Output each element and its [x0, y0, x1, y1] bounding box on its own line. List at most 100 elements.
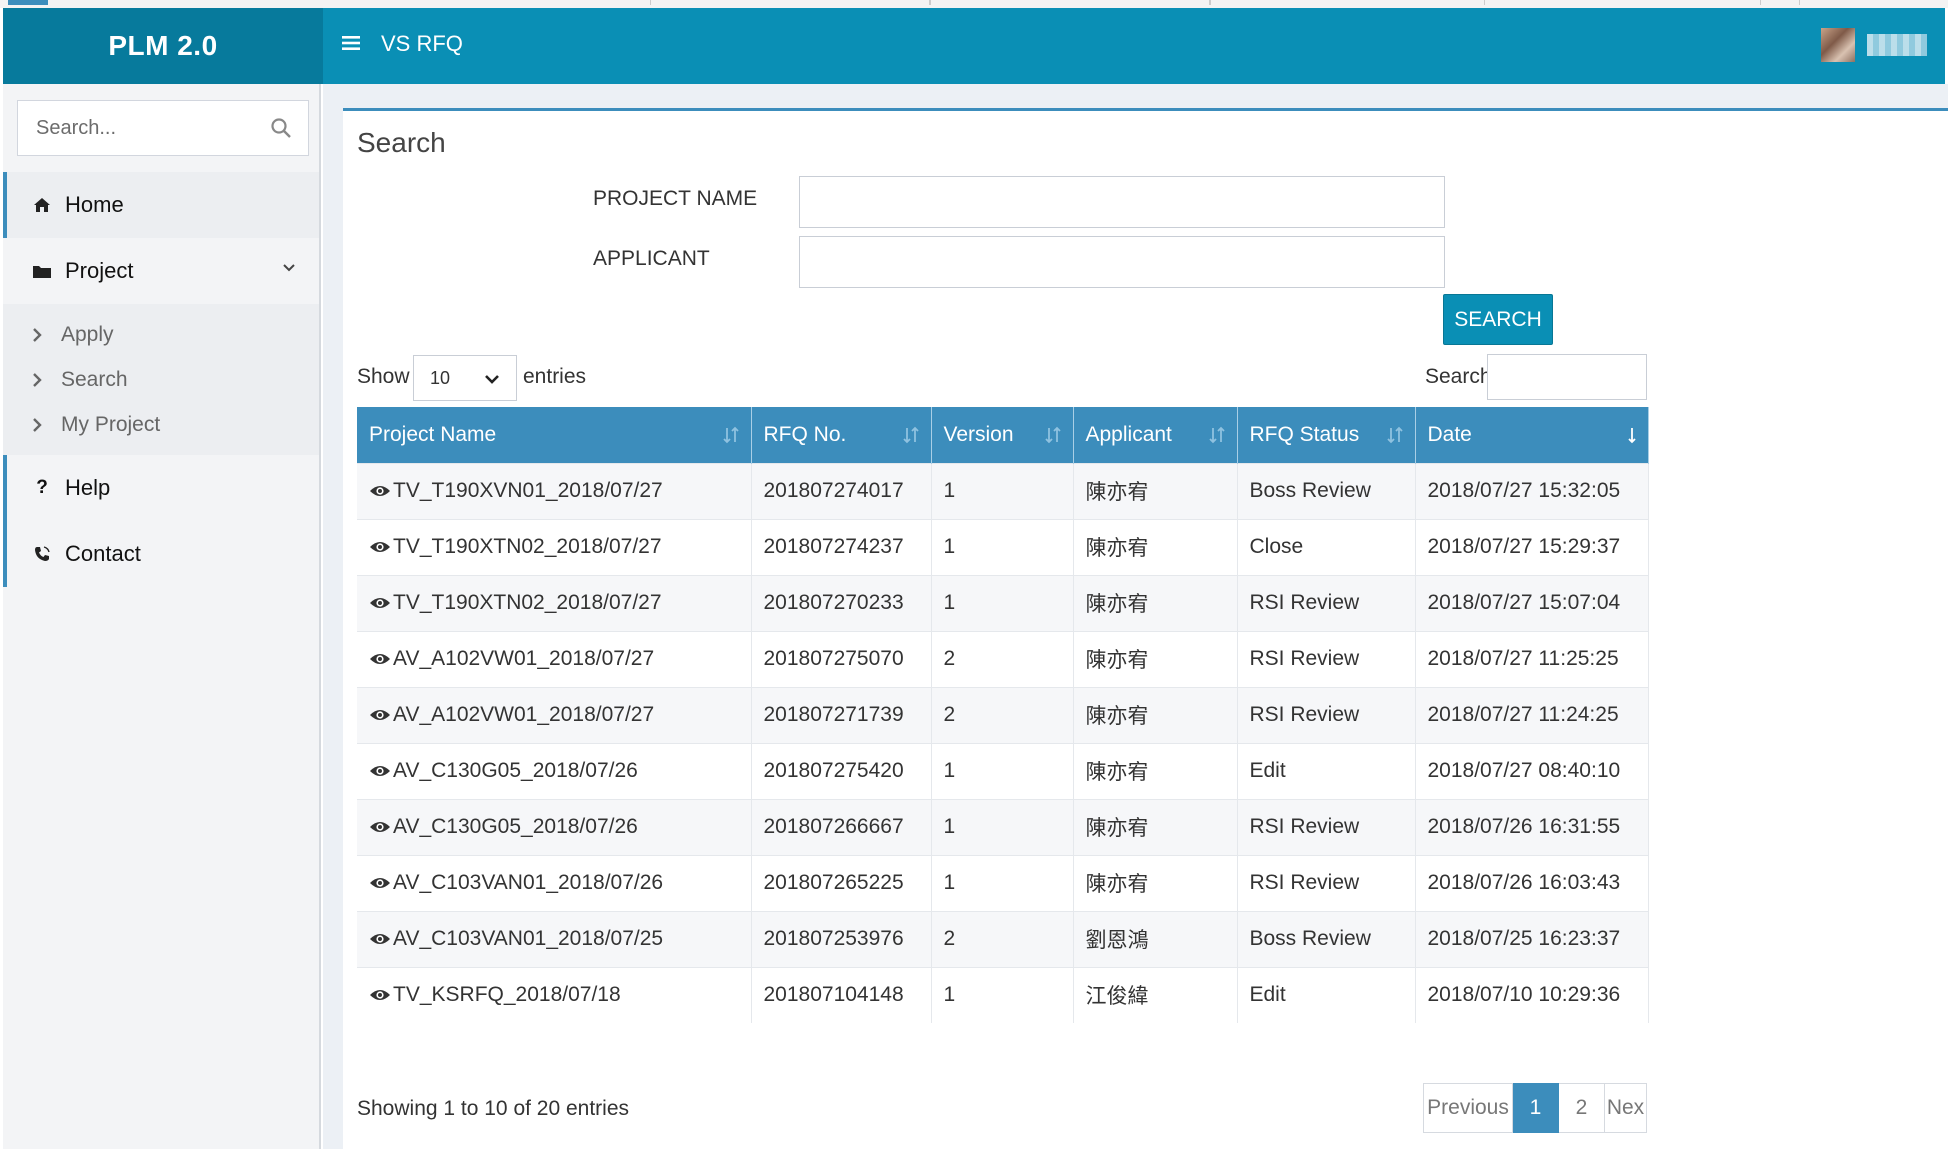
project-link[interactable]: AV_C103VAN01_2018/07/25 — [393, 927, 663, 950]
eye-icon[interactable] — [369, 931, 391, 947]
cell-project-name[interactable]: TV_T190XTN02_2018/07/27 — [357, 574, 752, 631]
eye-icon[interactable] — [369, 819, 391, 835]
browser-segment — [930, 0, 1210, 5]
cell-project-name[interactable]: TV_KSRFQ_2018/07/18 — [357, 966, 752, 1023]
hamburger-menu-icon[interactable] — [341, 32, 369, 60]
column-header-date[interactable]: Date — [1415, 407, 1649, 463]
entries-label: entries — [523, 365, 587, 388]
table-row[interactable]: TV_KSRFQ_2018/07/18 201807104148 1 江俊緯 Edit 2… — [357, 966, 1649, 1023]
cell-project-name[interactable]: AV_C130G05_2018/07/26 — [357, 742, 752, 799]
cell-project-name[interactable]: AV_C130G05_2018/07/26 — [357, 798, 752, 855]
user-menu[interactable] — [1821, 28, 1927, 62]
cell-applicant: 陳亦宥 — [1073, 686, 1238, 743]
cell-rfq-status: Edit — [1237, 966, 1416, 1023]
sidebar-item-label: Project — [65, 258, 134, 283]
chevron-down-icon — [283, 264, 295, 272]
table-row[interactable]: AV_C130G05_2018/07/26 201807275420 1 陳亦宥 Edi… — [357, 742, 1649, 799]
pagination-next[interactable]: Nex — [1605, 1083, 1647, 1133]
table-row[interactable]: AV_A102VW01_2018/07/27 201807275070 2 陳亦宥 RS… — [357, 630, 1649, 687]
folder-icon — [31, 264, 53, 279]
sidebar-subitem-apply[interactable]: Apply — [3, 312, 319, 357]
project-name-input[interactable] — [799, 176, 1445, 228]
project-link[interactable]: TV_T190XTN02_2018/07/27 — [393, 591, 662, 614]
table-row[interactable]: TV_T190XTN02_2018/07/27 201807270233 1 陳亦宥 R… — [357, 574, 1649, 631]
avatar[interactable] — [1821, 28, 1855, 62]
sidebar-subitem-my-project[interactable]: My Project — [3, 402, 319, 447]
table-filter-input[interactable] — [1487, 354, 1647, 400]
column-header-rfq-status[interactable]: RFQ Status — [1237, 407, 1416, 463]
browser-segment — [1760, 0, 1800, 5]
column-header-label: Project Name — [369, 422, 497, 446]
sidebar-item-project[interactable]: Project — [3, 238, 319, 304]
search-button[interactable]: SEARCH — [1443, 294, 1553, 345]
cell-project-name[interactable]: AV_C103VAN01_2018/07/26 — [357, 854, 752, 911]
cell-date: 2018/07/26 16:03:43 — [1415, 854, 1649, 911]
cell-version: 1 — [931, 854, 1074, 911]
table-header-row: Project Name RFQ No. Version Applicant R… — [357, 407, 1649, 463]
sidebar-subitem-search[interactable]: Search — [3, 357, 319, 402]
table-row[interactable]: AV_C103VAN01_2018/07/26 201807265225 1 陳亦宥 R… — [357, 854, 1649, 911]
table-body: TV_T190XVN01_2018/07/27 201807274017 1 陳亦宥 B… — [357, 462, 1649, 1023]
cell-project-name[interactable]: AV_A102VW01_2018/07/27 — [357, 686, 752, 743]
cell-applicant: 陳亦宥 — [1073, 462, 1238, 519]
cell-rfq-no: 201807271739 — [751, 686, 932, 743]
project-link[interactable]: TV_T190XTN02_2018/07/27 — [393, 535, 662, 558]
project-link[interactable]: AV_C130G05_2018/07/26 — [393, 815, 638, 838]
eye-icon[interactable] — [369, 763, 391, 779]
sidebar-item-contact[interactable]: Contact — [3, 521, 319, 587]
sidebar-item-help[interactable]: ? Help — [3, 455, 319, 521]
eye-icon[interactable] — [369, 483, 391, 499]
eye-icon[interactable] — [369, 539, 391, 555]
table-row[interactable]: AV_C103VAN01_2018/07/25 201807253976 2 劉恩鴻 B… — [357, 910, 1649, 967]
sidebar-item-home[interactable]: Home — [3, 172, 319, 238]
table-row[interactable]: AV_A102VW01_2018/07/27 201807271739 2 陳亦宥 RS… — [357, 686, 1649, 743]
table-row[interactable]: TV_T190XTN02_2018/07/27 201807274237 1 陳亦宥 C… — [357, 518, 1649, 575]
pagination-page-2[interactable]: 2 — [1559, 1083, 1605, 1133]
eye-icon[interactable] — [369, 651, 391, 667]
project-link[interactable]: AV_A102VW01_2018/07/27 — [393, 703, 654, 726]
page-length-value: 10 — [430, 367, 451, 388]
cell-applicant: 陳亦宥 — [1073, 518, 1238, 575]
column-header-rfq-no[interactable]: RFQ No. — [751, 407, 932, 463]
project-link[interactable]: TV_T190XVN01_2018/07/27 — [393, 479, 663, 502]
pagination-page-1[interactable]: 1 — [1513, 1083, 1559, 1133]
table-row[interactable]: AV_C130G05_2018/07/26 201807266667 1 陳亦宥 RSI… — [357, 798, 1649, 855]
cell-rfq-no: 201807265225 — [751, 854, 932, 911]
sidebar-search-input[interactable] — [18, 101, 258, 155]
page-length-select[interactable]: 10 — [413, 355, 517, 401]
project-submenu: Apply Search My Project — [3, 304, 319, 455]
cell-project-name[interactable]: AV_C103VAN01_2018/07/25 — [357, 910, 752, 967]
search-icon[interactable] — [270, 117, 292, 139]
cell-project-name[interactable]: TV_T190XTN02_2018/07/27 — [357, 518, 752, 575]
project-link[interactable]: AV_C103VAN01_2018/07/26 — [393, 871, 663, 894]
eye-icon[interactable] — [369, 987, 391, 1003]
question-icon: ? — [36, 477, 48, 498]
sidebar: Home Project Apply Search — [3, 84, 321, 1149]
cell-rfq-status: Boss Review — [1237, 910, 1416, 967]
column-header-applicant[interactable]: Applicant — [1073, 407, 1238, 463]
cell-project-name[interactable]: AV_A102VW01_2018/07/27 — [357, 630, 752, 687]
table-row[interactable]: TV_T190XVN01_2018/07/27 201807274017 1 陳亦宥 B… — [357, 462, 1649, 519]
eye-icon[interactable] — [369, 595, 391, 611]
pagination-previous[interactable]: Previous — [1423, 1083, 1513, 1133]
cell-project-name[interactable]: TV_T190XVN01_2018/07/27 — [357, 462, 752, 519]
cell-applicant: 陳亦宥 — [1073, 854, 1238, 911]
user-name[interactable] — [1867, 34, 1927, 56]
applicant-input[interactable] — [799, 236, 1445, 288]
show-label: Show — [357, 365, 410, 388]
eye-icon[interactable] — [369, 875, 391, 891]
cell-applicant: 江俊緯 — [1073, 966, 1238, 1023]
sidebar-subitem-label: My Project — [61, 412, 161, 436]
app-logo[interactable]: PLM 2.0 — [3, 8, 323, 84]
sort-icon — [1044, 426, 1061, 444]
column-header-project-name[interactable]: Project Name — [357, 407, 752, 463]
rfq-table: Project Name RFQ No. Version Applicant R… — [357, 407, 1649, 1023]
column-header-version[interactable]: Version — [931, 407, 1074, 463]
cell-version: 1 — [931, 966, 1074, 1023]
project-link[interactable]: AV_A102VW01_2018/07/27 — [393, 647, 654, 670]
project-link[interactable]: TV_KSRFQ_2018/07/18 — [393, 983, 621, 1006]
project-link[interactable]: AV_C130G05_2018/07/26 — [393, 759, 638, 782]
eye-icon[interactable] — [369, 707, 391, 723]
pagination: Previous 1 2 Nex — [1423, 1083, 1647, 1133]
applicant-label: APPLICANT — [593, 247, 710, 270]
